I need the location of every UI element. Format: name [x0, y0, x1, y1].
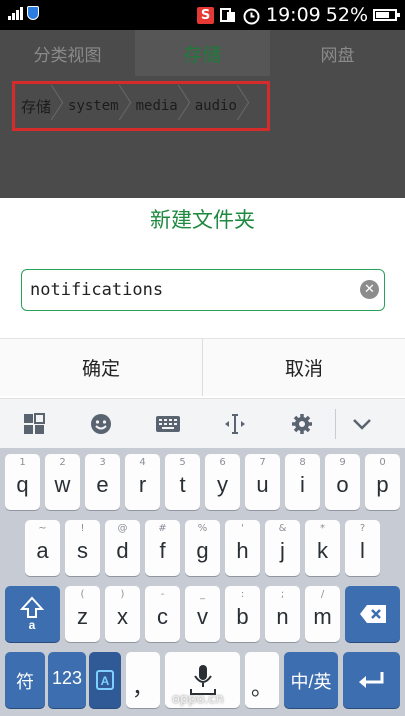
watermark: oppo.cn — [172, 692, 224, 707]
clock: 19:09 — [266, 4, 321, 26]
sync-icon — [220, 8, 235, 22]
key-j[interactable]: & j — [265, 520, 300, 576]
tab-cloud-drive[interactable]: 网盘 — [270, 30, 405, 76]
clear-icon[interactable]: ✕ — [360, 280, 379, 299]
key-x[interactable]: ) x — [105, 586, 140, 642]
key-k[interactable]: * k — [305, 520, 340, 576]
breadcrumb-item-storage[interactable]: 存储 — [17, 85, 64, 127]
comma-key[interactable]: ， — [126, 652, 160, 708]
keyboard-toolbar — [0, 398, 405, 448]
key-h[interactable]: ' h — [225, 520, 260, 576]
dialog-title: 新建文件夹 — [150, 208, 255, 232]
key-u[interactable]: 7u — [245, 454, 280, 510]
apps-icon[interactable] — [0, 399, 67, 449]
chevron-down-icon[interactable] — [336, 399, 388, 449]
key-l[interactable]: ? l — [345, 520, 380, 576]
symbol-key[interactable]: 符 — [5, 652, 45, 708]
status-left — [8, 6, 39, 20]
svg-text:a: a — [29, 618, 36, 632]
key-m[interactable]: / m — [305, 586, 340, 642]
keyboard: 1q 2w 3e 4r 5t 6y 7u 8i 9o 0p ~ a ! s @ d #… — [0, 448, 405, 716]
key-d[interactable]: @ d — [105, 520, 140, 576]
key-p[interactable]: 0p — [365, 454, 400, 510]
breadcrumb-item-audio[interactable]: audio — [191, 85, 250, 127]
key-q[interactable]: 1q — [5, 454, 40, 510]
key-i[interactable]: 8i — [285, 454, 320, 510]
number-key[interactable]: 123 — [48, 652, 86, 708]
language-switch-key[interactable]: 中/英 — [284, 652, 338, 708]
s-app-icon: S — [197, 6, 214, 24]
shield-icon — [27, 6, 39, 20]
cancel-button[interactable]: 取消 — [202, 339, 405, 396]
breadcrumb: 存储 system media audio — [12, 81, 270, 131]
backspace-key[interactable] — [345, 586, 400, 642]
key-o[interactable]: 9o — [325, 454, 360, 510]
key-e[interactable]: 3e — [85, 454, 120, 510]
key-a[interactable]: ~ a — [25, 520, 60, 576]
status-right: S 19:09 52% — [197, 4, 400, 26]
tab-storage[interactable]: 存储 — [135, 30, 270, 76]
key-b[interactable]: :b — [225, 586, 260, 642]
key-f[interactable]: # f — [145, 520, 180, 576]
key-c[interactable]: -c — [145, 586, 180, 642]
key-s[interactable]: ! s — [65, 520, 100, 576]
confirm-button[interactable]: 确定 — [0, 339, 202, 396]
gear-icon[interactable] — [268, 399, 335, 449]
new-folder-dialog: 新建文件夹 ✕ 确定 取消 — [0, 198, 405, 398]
cursor-icon[interactable] — [201, 399, 268, 449]
enter-key[interactable] — [343, 652, 400, 708]
key-t[interactable]: 5t — [165, 454, 200, 510]
file-manager-background: 分类视图 存储 网盘 存储 system media audio — [0, 30, 405, 198]
shift-icon: a — [20, 596, 44, 632]
alarm-icon — [243, 8, 260, 24]
signal-icon — [8, 6, 23, 20]
dialog-buttons: 确定 取消 — [0, 338, 405, 396]
key-w[interactable]: 2w — [45, 454, 80, 510]
folder-name-input[interactable] — [30, 280, 350, 300]
input-mode-icon: A — [96, 670, 114, 690]
battery-percent: 52% — [325, 4, 368, 26]
breadcrumb-item-media[interactable]: media — [132, 85, 191, 127]
shift-key[interactable]: a — [5, 586, 60, 642]
status-bar: S 19:09 52% — [0, 0, 405, 30]
enter-icon — [359, 672, 384, 688]
input-mode-key[interactable]: A — [89, 652, 121, 708]
svg-text:A: A — [101, 674, 110, 688]
backspace-icon — [360, 605, 386, 623]
emoji-icon[interactable] — [67, 399, 134, 449]
tab-bar: 分类视图 存储 网盘 — [0, 30, 405, 76]
key-g[interactable]: % g — [185, 520, 220, 576]
key-y[interactable]: 6y — [205, 454, 240, 510]
key-n[interactable]: ; n — [265, 586, 300, 642]
key-r[interactable]: 4r — [125, 454, 160, 510]
key-v[interactable]: _ v — [185, 586, 220, 642]
breadcrumb-item-system[interactable]: system — [64, 85, 132, 127]
key-z[interactable]: (z — [65, 586, 100, 642]
period-key[interactable]: 。 — [245, 652, 279, 708]
folder-name-field[interactable]: ✕ — [21, 269, 385, 311]
battery-icon — [373, 9, 400, 21]
tab-category-view[interactable]: 分类视图 — [0, 30, 135, 76]
keyboard-icon[interactable] — [134, 399, 201, 449]
